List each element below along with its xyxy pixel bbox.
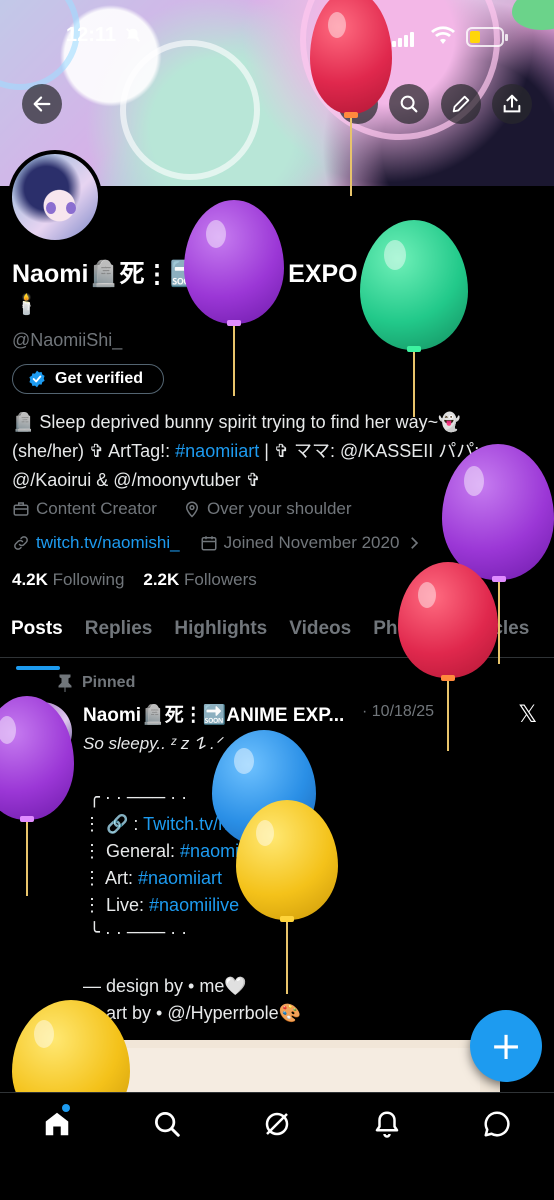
plus-icon: + xyxy=(490,1024,522,1068)
following-label: Following xyxy=(52,570,125,589)
post-text-fragment: ⋮ Art: xyxy=(83,868,139,888)
share-button[interactable] xyxy=(492,84,532,124)
bio-text: (she/her) ✞ ArtTag!: xyxy=(12,441,176,461)
tab-replies[interactable]: Replies xyxy=(74,612,164,657)
post-text-fragment: ⋮ General: xyxy=(83,841,181,861)
followers-count: 2.2K xyxy=(143,570,180,589)
share-icon xyxy=(503,94,521,113)
balloon-red-top xyxy=(310,0,392,210)
nav-search[interactable] xyxy=(152,1109,182,1139)
pinned-indicator: Pinned xyxy=(58,674,135,692)
balloon-red-2 xyxy=(398,562,498,757)
get-verified-button[interactable]: Get verified xyxy=(12,364,164,394)
balloon-yellow-corner xyxy=(512,0,554,50)
profile-name-line2: 🕯️ xyxy=(14,292,39,316)
back-button[interactable] xyxy=(22,84,62,124)
tab-posts[interactable]: Posts xyxy=(0,612,74,670)
profile-category: Content Creator xyxy=(36,499,157,518)
chat-bubble-icon xyxy=(484,1111,510,1137)
bottom-navigation xyxy=(0,1092,554,1200)
search-icon xyxy=(155,1112,180,1137)
followers-label: Followers xyxy=(184,570,257,589)
following-count: 4.2K xyxy=(12,570,48,589)
post-text-fragment: ⋮ 🔗 : xyxy=(83,814,144,834)
nav-notifications[interactable] xyxy=(372,1109,402,1139)
compose-post-button[interactable]: + xyxy=(470,1010,542,1082)
follow-counts: 4.2K Following 2.2K Followers xyxy=(12,570,257,590)
followers-link[interactable]: 2.2K Followers xyxy=(143,570,256,589)
search-icon xyxy=(400,95,418,113)
post-line: — art by • @/Hyperrbole🎨 xyxy=(83,1003,302,1023)
pencil-icon xyxy=(452,95,470,113)
status-time: 12:11 xyxy=(66,24,117,46)
profile-handle: @NaomiiShi_ xyxy=(12,330,123,350)
balloon-purple-3 xyxy=(0,696,74,906)
silent-mode-icon xyxy=(126,28,140,42)
pinned-label: Pinned xyxy=(82,674,136,691)
post-text-fragment: ⋮ Live: xyxy=(83,895,150,915)
briefcase-icon xyxy=(13,502,29,516)
get-verified-label: Get verified xyxy=(55,370,144,387)
nav-messages[interactable] xyxy=(482,1109,512,1139)
bell-icon xyxy=(375,1111,399,1138)
verified-badge-icon xyxy=(29,370,45,388)
profile-avatar[interactable] xyxy=(8,150,102,244)
nav-grok[interactable] xyxy=(262,1109,292,1139)
home-icon xyxy=(45,1112,69,1136)
hashtag-link[interactable]: #naomiiart xyxy=(175,441,259,461)
profile-website-link[interactable]: twitch.tv/naomishi_ xyxy=(36,533,180,553)
link-icon xyxy=(14,536,28,550)
following-link[interactable]: 4.2K Following xyxy=(12,570,124,589)
balloon-purple-1 xyxy=(184,200,284,400)
balloon-green xyxy=(360,220,468,420)
chevron-right-icon[interactable] xyxy=(405,534,423,552)
back-arrow-icon xyxy=(33,96,51,112)
x-logo-icon: 𝕏 xyxy=(518,700,538,728)
search-button[interactable] xyxy=(389,84,429,124)
wifi-icon xyxy=(431,26,455,44)
grok-icon xyxy=(265,1112,289,1136)
balloon-yellow-1 xyxy=(236,800,338,1000)
battery-icon xyxy=(466,27,508,47)
profile-joined-date: Joined November 2020 xyxy=(223,533,400,552)
profile-location: Over your shoulder xyxy=(206,499,352,518)
balloon-yellow-2 xyxy=(12,1000,130,1130)
post-author-name[interactable]: Naomi🪦死⋮🔜ANIME EXP... xyxy=(83,700,344,727)
tab-highlights[interactable]: Highlights xyxy=(163,612,278,657)
profile-meta-row: Content Creator Over your shoulder xyxy=(12,499,352,519)
home-notification-dot xyxy=(62,1104,70,1112)
edit-profile-button[interactable] xyxy=(441,84,481,124)
location-pin-icon xyxy=(185,501,198,518)
calendar-icon xyxy=(201,536,217,551)
tab-videos[interactable]: Videos xyxy=(278,612,362,657)
hashtag-link[interactable]: #naomiiart xyxy=(138,868,222,888)
status-bar: 12:11 xyxy=(0,0,554,74)
profile-meta-row-2: twitch.tv/naomishi_ Joined November 2020 xyxy=(12,533,423,553)
pin-icon xyxy=(58,674,72,692)
nav-home[interactable] xyxy=(42,1109,72,1139)
cellular-signal-icon xyxy=(392,28,416,47)
